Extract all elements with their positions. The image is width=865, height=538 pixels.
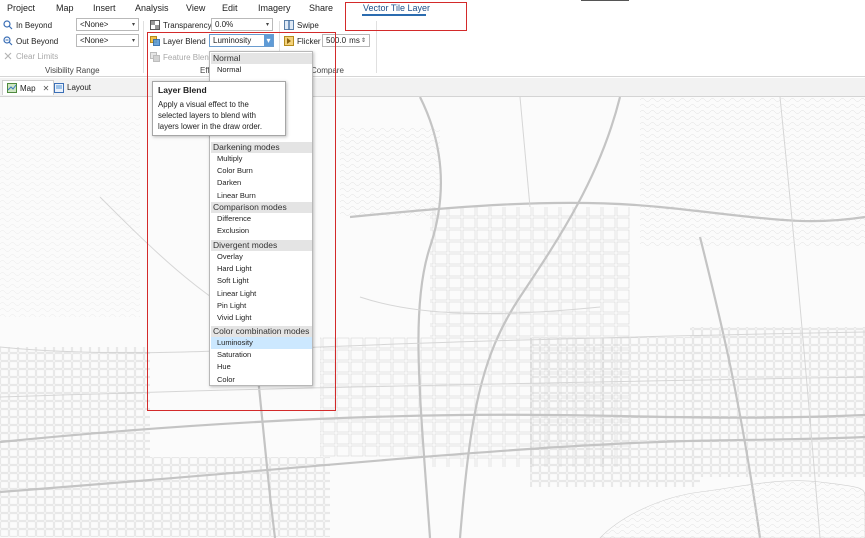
tab-view[interactable]: View bbox=[186, 3, 205, 13]
group-divider bbox=[143, 21, 144, 73]
tab-insert[interactable]: Insert bbox=[93, 3, 116, 13]
out-beyond-button[interactable]: Out Beyond bbox=[3, 36, 58, 46]
tab-imagery[interactable]: Imagery bbox=[258, 3, 291, 13]
tab-project[interactable]: Project bbox=[7, 3, 35, 13]
in-beyond-combo[interactable]: <None> ▾ bbox=[76, 18, 139, 31]
out-beyond-value: <None> bbox=[80, 36, 109, 45]
clear-limits-icon bbox=[4, 52, 12, 60]
transparency-value: 0.0% bbox=[215, 20, 234, 29]
transparency-icon bbox=[150, 20, 160, 30]
view-tab-bar: Map ✕ Layout bbox=[0, 78, 865, 97]
chevron-down-icon: ▾ bbox=[131, 38, 135, 44]
in-beyond-button[interactable]: In Beyond bbox=[3, 20, 52, 30]
map-tab-icon bbox=[7, 83, 17, 93]
clear-limits-button[interactable]: Clear Limits bbox=[3, 51, 58, 61]
map-tab-label: Map bbox=[20, 83, 36, 93]
out-beyond-combo[interactable]: <None> ▾ bbox=[76, 34, 139, 47]
clear-limits-label: Clear Limits bbox=[16, 51, 59, 61]
chevron-down-icon: ▾ bbox=[131, 22, 135, 28]
spinner-arrows-icon[interactable]: ⇕ bbox=[361, 37, 366, 44]
tab-edit[interactable]: Edit bbox=[222, 3, 238, 13]
tab-analysis[interactable]: Analysis bbox=[135, 3, 169, 13]
layout-tab-icon bbox=[54, 82, 64, 93]
map-view[interactable] bbox=[0, 97, 865, 538]
tab-map-view[interactable]: Map ✕ bbox=[2, 80, 55, 95]
highlight-box-blend-dropdown bbox=[147, 32, 336, 411]
top-divider bbox=[581, 0, 629, 1]
close-icon[interactable]: ✕ bbox=[43, 84, 50, 93]
transparency-button[interactable]: Transparency bbox=[150, 20, 212, 30]
transparency-combo[interactable]: 0.0% ▾ bbox=[211, 18, 273, 31]
tab-share[interactable]: Share bbox=[309, 3, 333, 13]
flicker-unit: ms bbox=[349, 36, 360, 45]
swipe-icon bbox=[284, 20, 294, 30]
tab-map[interactable]: Map bbox=[56, 3, 74, 13]
tab-layout-view[interactable]: Layout bbox=[50, 80, 95, 95]
swipe-button[interactable]: Swipe bbox=[284, 20, 319, 30]
layout-tab-label: Layout bbox=[67, 83, 92, 92]
in-beyond-value: <None> bbox=[80, 20, 109, 29]
street-map bbox=[0, 97, 865, 538]
highlight-box-vector-tile-tab bbox=[345, 2, 467, 31]
out-beyond-label: Out Beyond bbox=[16, 36, 59, 46]
visibility-range-group-label: Visibility Range bbox=[45, 66, 100, 75]
chevron-down-icon: ▾ bbox=[265, 22, 269, 28]
in-beyond-icon bbox=[3, 20, 13, 30]
transparency-label: Transparency bbox=[163, 20, 212, 30]
swipe-label: Swipe bbox=[297, 20, 319, 30]
in-beyond-label: In Beyond bbox=[16, 20, 53, 30]
out-beyond-icon bbox=[3, 36, 13, 46]
